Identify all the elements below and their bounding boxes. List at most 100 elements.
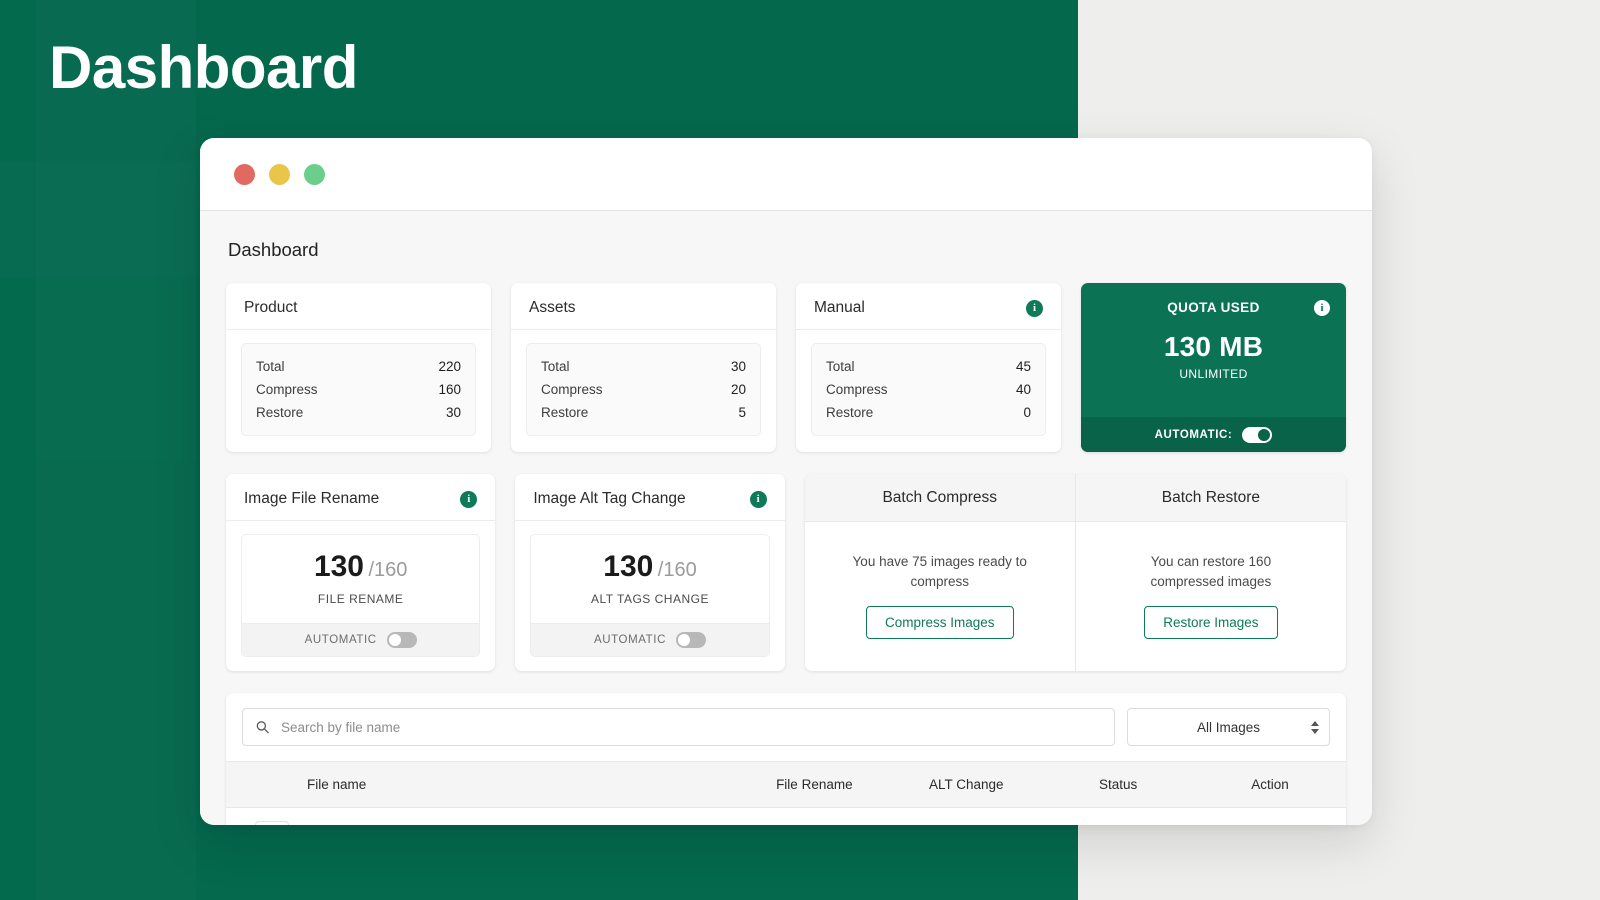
- stat-card-assets: Assets Total 30 Compress 20 Restore 5: [511, 283, 776, 452]
- table-header: File name File Rename ALT Change Status …: [226, 762, 1346, 808]
- filter-select[interactable]: All Images: [1127, 708, 1330, 746]
- stat-card-product: Product Total 220 Compress 160 Restore 3…: [226, 283, 491, 452]
- quota-card: QUOTA USED i 130 MB UNLIMITED AUTOMATIC:: [1081, 283, 1346, 452]
- counter-box: 130 /160 FILE RENAME AUTOMATIC: [241, 534, 480, 657]
- browser-window: Dashboard Product Total 220 Compress 160: [200, 138, 1372, 825]
- row-thumbnail-cell: [226, 808, 303, 826]
- batch-compress-column: Batch Compress You have 75 images ready …: [805, 474, 1075, 671]
- batch-restore-title: Batch Restore: [1076, 474, 1346, 522]
- automatic-toggle[interactable]: [1242, 427, 1272, 443]
- card-title: Image File Rename: [244, 490, 379, 508]
- app-content: Dashboard Product Total 220 Compress 160: [200, 211, 1372, 825]
- stat-label: Total: [256, 359, 285, 374]
- batch-restore-column: Batch Restore You can restore 160 compre…: [1075, 474, 1346, 671]
- batch-restore-text: You can restore 160 compressed images: [1116, 552, 1306, 593]
- minimize-button[interactable]: [269, 164, 290, 185]
- column-file-name[interactable]: File name: [303, 762, 738, 808]
- info-icon[interactable]: i: [1026, 300, 1043, 317]
- filter-selected-value: All Images: [1197, 720, 1260, 735]
- automatic-toggle[interactable]: [676, 632, 706, 648]
- stat-label: Compress: [826, 382, 888, 397]
- column-thumbnail: [226, 762, 303, 808]
- stat-value: 5: [738, 405, 746, 420]
- table-body: a-product-picsmize-30575759950024.png Re…: [226, 808, 1346, 826]
- stat-label: Restore: [541, 405, 588, 420]
- column-file-rename[interactable]: File Rename: [738, 762, 890, 808]
- card-title: Assets: [529, 299, 576, 317]
- stat-list: Total 30 Compress 20 Restore 5: [526, 343, 761, 436]
- stat-label: Compress: [256, 382, 318, 397]
- stat-label: Restore: [256, 405, 303, 420]
- stat-label: Total: [541, 359, 570, 374]
- stat-value: 30: [446, 405, 461, 420]
- stat-label: Restore: [826, 405, 873, 420]
- counter-value: 130: [603, 550, 653, 583]
- counter-body: 130 /160 ALT TAGS CHANGE: [531, 535, 768, 623]
- image-alt-tag-change-card: Image Alt Tag Change i 130 /160 ALT TAGS…: [515, 474, 784, 671]
- counter-value: 130: [314, 550, 364, 583]
- batch-panel: Batch Compress You have 75 images ready …: [805, 474, 1346, 671]
- column-action: Action: [1194, 762, 1346, 808]
- table-row[interactable]: a-product-picsmize-30575759950024.png Re…: [226, 808, 1346, 826]
- stat-row: Total 30: [541, 355, 746, 378]
- counter-caption: ALT TAGS CHANGE: [531, 592, 768, 606]
- stat-value: 30: [731, 359, 746, 374]
- quota-body: QUOTA USED i 130 MB UNLIMITED: [1081, 283, 1346, 417]
- stat-value: 40: [1016, 382, 1031, 397]
- row-file-name: a-product-picsmize-30575759950024.png: [303, 808, 738, 826]
- automatic-label: AUTOMATIC:: [1155, 429, 1233, 441]
- quota-value: 130 MB: [1097, 331, 1330, 363]
- stepper-arrows-icon: [1311, 721, 1319, 734]
- search-icon: [256, 721, 269, 734]
- row-alt-change-cell: Changed: [890, 808, 1042, 826]
- compress-images-button[interactable]: Compress Images: [866, 606, 1014, 639]
- quota-footer: AUTOMATIC:: [1081, 417, 1346, 452]
- dashboard-heading: Dashboard: [228, 239, 1346, 261]
- card-header: Manual i: [796, 283, 1061, 330]
- stat-value: 45: [1016, 359, 1031, 374]
- image-file-rename-card: Image File Rename i 130 /160 FILE RENAME…: [226, 474, 495, 671]
- stat-value: 20: [731, 382, 746, 397]
- images-table: File name File Rename ALT Change Status …: [226, 761, 1346, 825]
- stat-value: 0: [1023, 405, 1031, 420]
- automatic-toggle[interactable]: [387, 632, 417, 648]
- card-title: Manual: [814, 299, 865, 317]
- column-status[interactable]: Status: [1042, 762, 1194, 808]
- quota-label: QUOTA USED: [1097, 300, 1330, 315]
- stat-row: Compress 40: [826, 378, 1031, 401]
- stat-list: Total 220 Compress 160 Restore 30: [241, 343, 476, 436]
- counter-total: /160: [368, 559, 407, 581]
- batch-compress-title: Batch Compress: [805, 474, 1075, 522]
- restore-images-button[interactable]: Restore Images: [1144, 606, 1277, 639]
- automatic-label: AUTOMATIC: [305, 634, 377, 646]
- card-header: Image File Rename i: [226, 474, 495, 521]
- close-button[interactable]: [234, 164, 255, 185]
- column-alt-change[interactable]: ALT Change: [890, 762, 1042, 808]
- info-icon[interactable]: i: [460, 491, 477, 508]
- batch-compress-text: You have 75 images ready to compress: [845, 552, 1035, 593]
- stat-row: Restore 5: [541, 401, 746, 424]
- counter-caption: FILE RENAME: [242, 592, 479, 606]
- card-header: Product: [226, 283, 491, 330]
- table-header-row: File name File Rename ALT Change Status …: [226, 762, 1346, 808]
- card-title: Product: [244, 299, 297, 317]
- maximize-button[interactable]: [304, 164, 325, 185]
- card-header: Assets: [511, 283, 776, 330]
- card-title: Image Alt Tag Change: [533, 490, 685, 508]
- window-titlebar: [200, 138, 1372, 211]
- search-input[interactable]: [281, 720, 1114, 735]
- card-header: Image Alt Tag Change i: [515, 474, 784, 521]
- search-field[interactable]: [242, 708, 1115, 746]
- info-icon[interactable]: i: [1314, 300, 1330, 316]
- table-toolbar: All Images: [226, 693, 1346, 761]
- stat-card-manual: Manual i Total 45 Compress 40 Restore 0: [796, 283, 1061, 452]
- counter-footer: AUTOMATIC: [531, 623, 768, 656]
- counter-footer: AUTOMATIC: [242, 623, 479, 656]
- row-action-cell: [1194, 808, 1346, 826]
- stat-label: Compress: [541, 382, 603, 397]
- stat-row: Compress 20: [541, 378, 746, 401]
- stat-row: Total 220: [256, 355, 461, 378]
- counter-body: 130 /160 FILE RENAME: [242, 535, 479, 623]
- stat-list: Total 45 Compress 40 Restore 0: [811, 343, 1046, 436]
- info-icon[interactable]: i: [750, 491, 767, 508]
